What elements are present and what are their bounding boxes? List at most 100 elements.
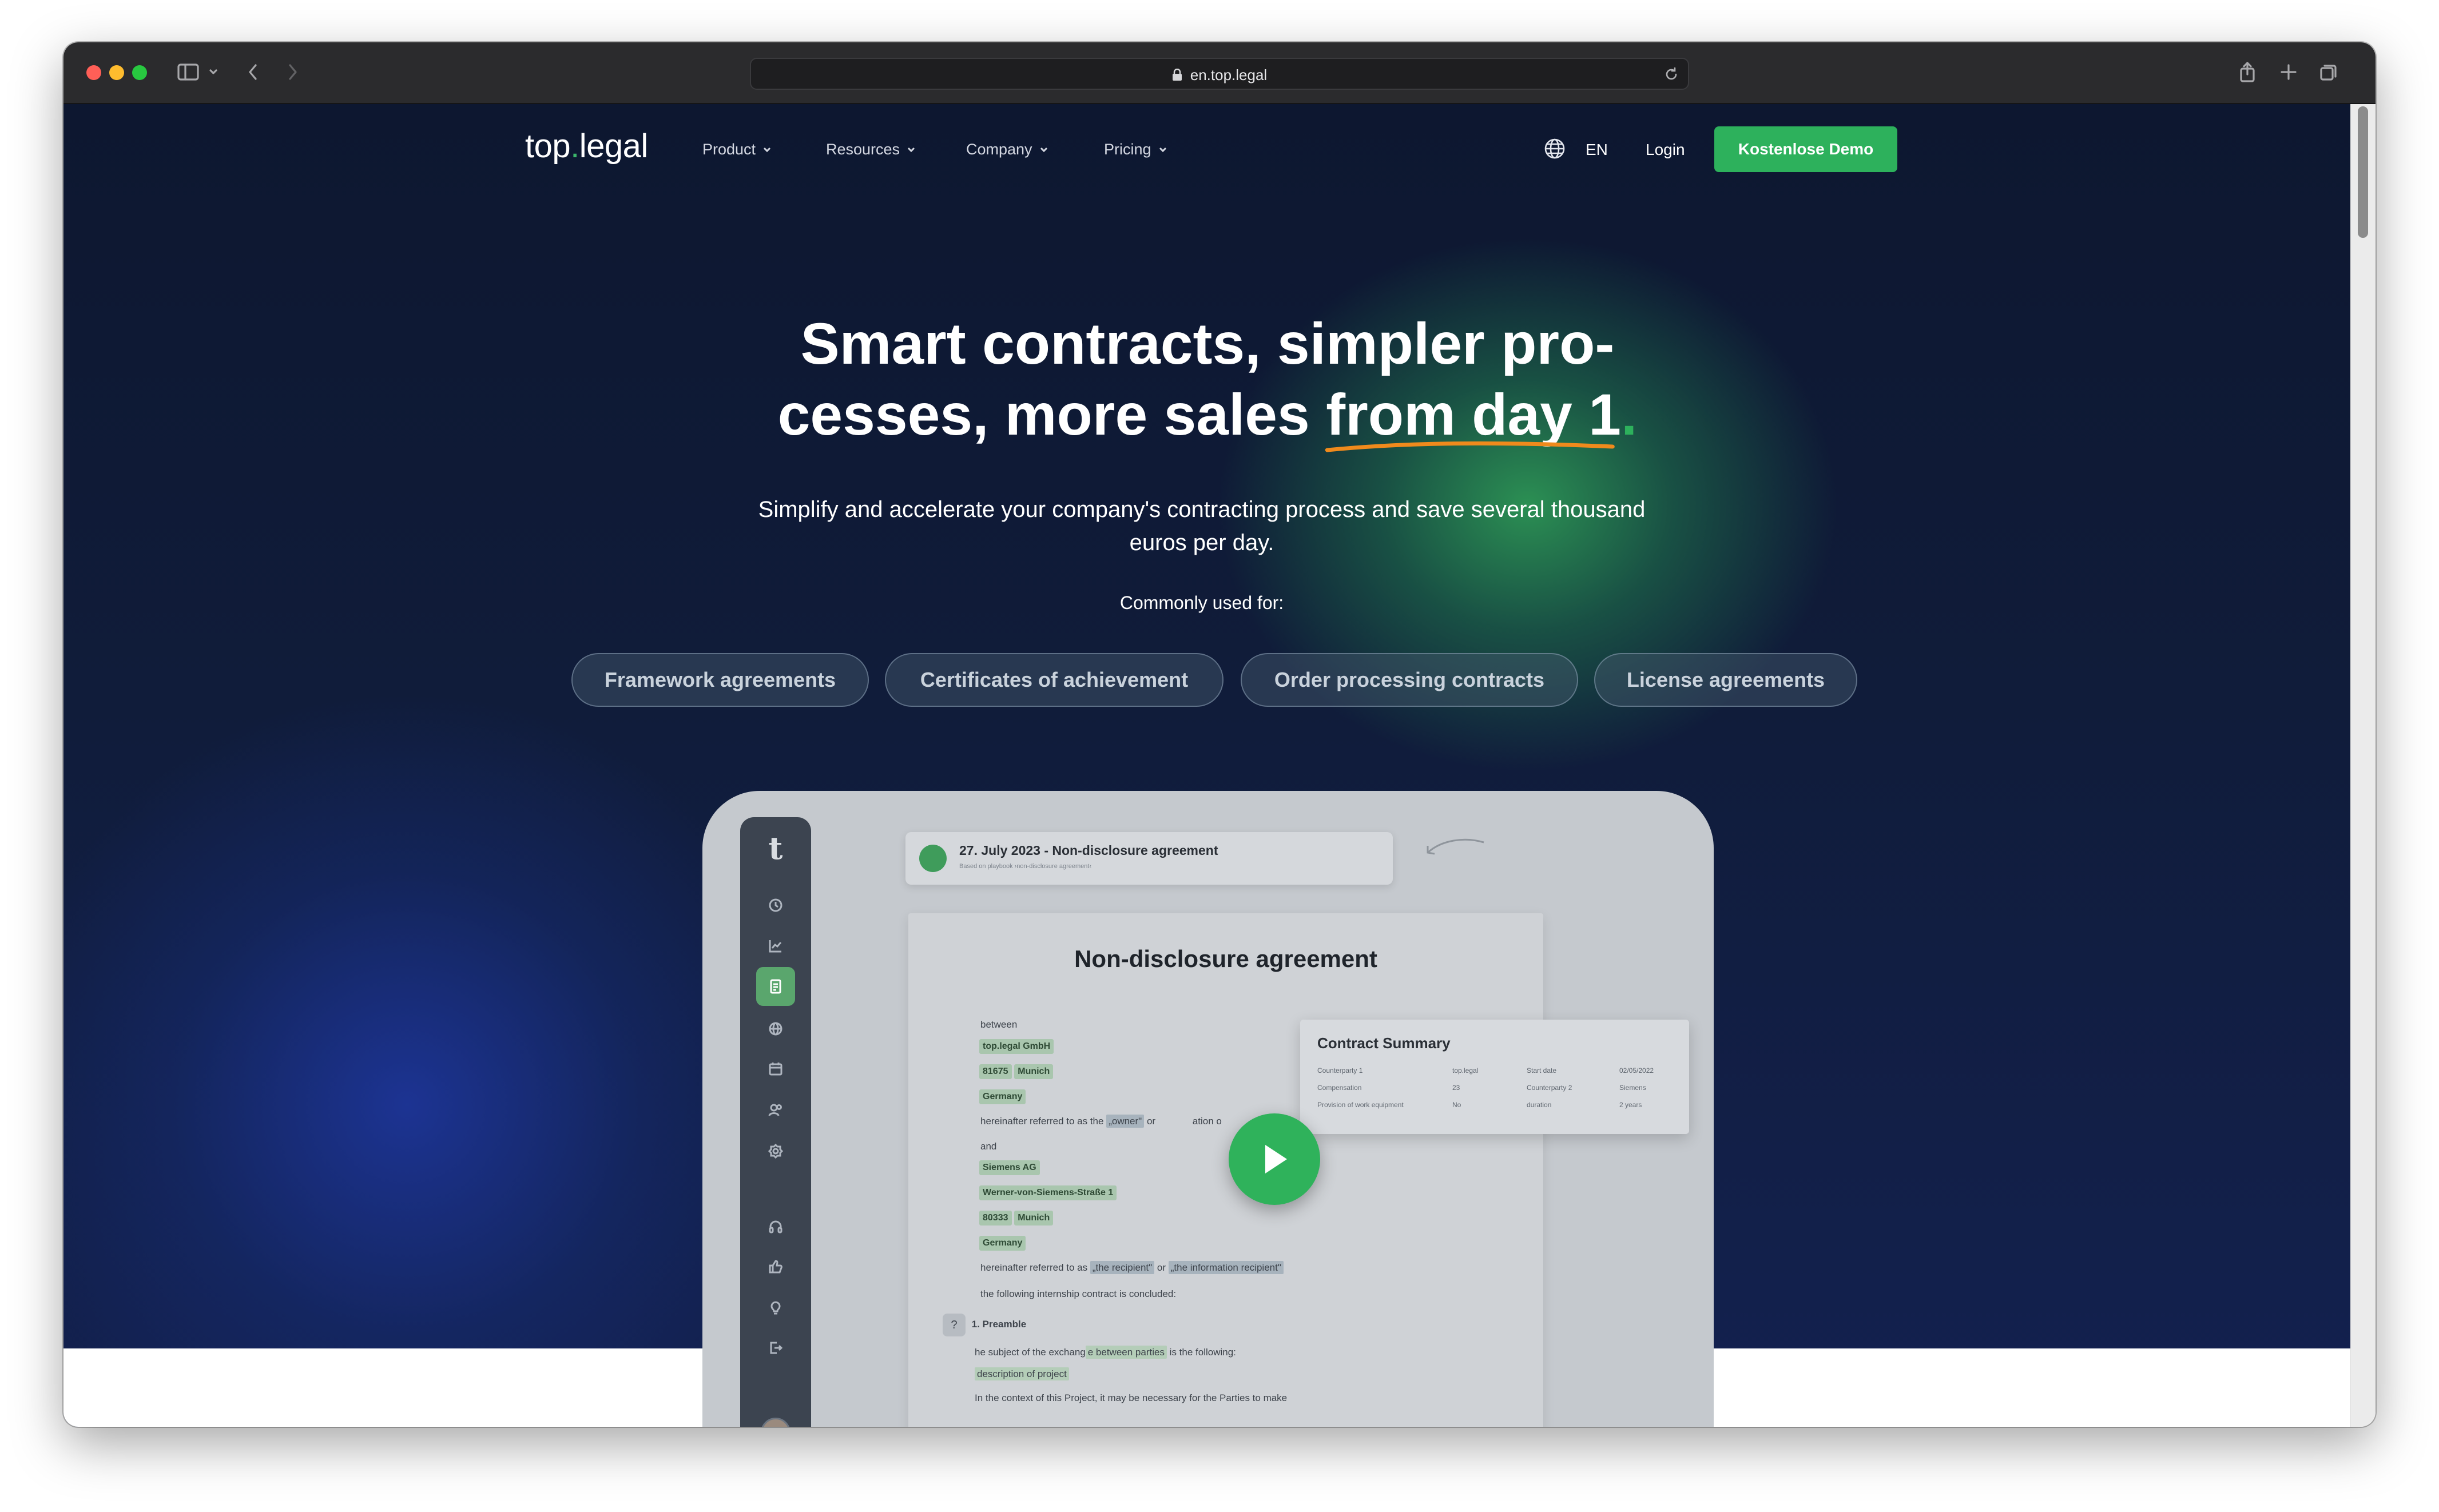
- hero-subtitle: Simplify and accelerate your company's c…: [758, 497, 1646, 555]
- contract-summary-card: Contract Summary Counterparty 1 top.lega…: [1300, 1020, 1689, 1134]
- users-icon: [764, 1099, 787, 1121]
- logout-icon: [764, 1336, 787, 1359]
- nav-company-label: Company: [966, 141, 1032, 158]
- pill-order-processing-contracts[interactable]: Order processing contracts: [1241, 653, 1578, 707]
- browser-window: en.top.legal top.legal Product Resources: [63, 42, 2376, 1427]
- zoom-window-button[interactable]: [132, 65, 147, 80]
- headline-line-2: cesses, more sales from day 1.: [693, 379, 1722, 452]
- nav-resources[interactable]: Resources: [826, 141, 916, 158]
- pill-certificates-of-achievement[interactable]: Certificates of achievement: [885, 653, 1224, 707]
- nav-resources-label: Resources: [826, 141, 900, 158]
- nav-pricing[interactable]: Pricing: [1104, 141, 1167, 158]
- help-icon: ?: [943, 1314, 966, 1336]
- close-window-button[interactable]: [86, 65, 101, 80]
- calendar-icon: [764, 1057, 787, 1080]
- summary-label: duration: [1527, 1101, 1552, 1109]
- back-icon[interactable]: [244, 59, 261, 85]
- pill-license-agreements[interactable]: License agreements: [1594, 653, 1857, 707]
- globe-icon: [764, 1017, 787, 1040]
- lock-icon: [1172, 69, 1182, 81]
- nav-pricing-label: Pricing: [1104, 141, 1151, 158]
- summary-value: 23: [1452, 1084, 1460, 1092]
- doc-concluded: the following internship contract is con…: [980, 1288, 1177, 1299]
- commonly-used-label: Commonly used for:: [1119, 592, 1284, 613]
- login-link[interactable]: Login: [1646, 141, 1685, 159]
- edit-icon: [919, 845, 947, 872]
- pill-framework-agreements[interactable]: Framework agreements: [571, 653, 869, 707]
- play-icon: [1265, 1145, 1287, 1173]
- doc-party1-country: Germany: [979, 1089, 1026, 1104]
- chevron-down-icon: [764, 147, 771, 152]
- headline-line-1: Smart contracts, simpler pro-: [800, 311, 1615, 376]
- summary-value: 02/05/2022: [1619, 1067, 1654, 1075]
- chevron-down-icon: [908, 147, 915, 152]
- chevron-down-icon[interactable]: [206, 59, 220, 85]
- play-video-button[interactable]: [1229, 1113, 1320, 1205]
- globe-icon[interactable]: [1543, 137, 1566, 163]
- doc-party2-name: Siemens AG: [979, 1160, 1040, 1175]
- chart-icon: [764, 934, 787, 957]
- app-logo: t: [768, 830, 783, 866]
- new-tab-icon[interactable]: [2277, 59, 2300, 85]
- doc-between: between: [980, 1019, 1018, 1030]
- thumbs-up-icon: [764, 1255, 787, 1278]
- doc-preamble-heading: ? 1. Preamble: [943, 1314, 1026, 1336]
- hero-headline: Smart contracts, simpler pro- cesses, mo…: [693, 308, 1722, 452]
- product-video-preview[interactable]: t 27. July 2023 - Non-disclosure agreeme…: [702, 791, 1714, 1427]
- avatar: [761, 1418, 791, 1427]
- site-logo[interactable]: top.legal: [525, 127, 648, 165]
- headset-icon: [764, 1215, 787, 1238]
- summary-label: Provision of work equipment: [1317, 1101, 1404, 1109]
- language-selector[interactable]: EN: [1586, 141, 1608, 159]
- summary-title: Contract Summary: [1317, 1034, 1451, 1052]
- summary-value: Siemens: [1619, 1084, 1646, 1092]
- app-sidebar: t: [740, 817, 811, 1427]
- share-icon[interactable]: [2236, 59, 2259, 85]
- contract-header-card: 27. July 2023 - Non-disclosure agreement…: [905, 832, 1393, 885]
- summary-label: Compensation: [1317, 1084, 1362, 1092]
- doc-party2-city: 80333 Munich: [979, 1211, 1054, 1225]
- doc-and: and: [980, 1141, 997, 1152]
- doc-referred-recipient: hereinafter referred to as „the recipien…: [980, 1261, 1284, 1274]
- scrollbar-thumb[interactable]: [2358, 106, 2368, 238]
- doc-party2-street: Werner-von-Siemens-Straße 1: [979, 1185, 1117, 1200]
- nav-company[interactable]: Company: [966, 141, 1048, 158]
- contract-header-title: 27. July 2023 - Non-disclosure agreement: [959, 843, 1218, 858]
- browser-titlebar: en.top.legal: [63, 42, 2376, 104]
- arrow-doodle: [1427, 838, 1484, 855]
- nav-product-label: Product: [702, 141, 756, 158]
- page-scrollbar[interactable]: [2350, 104, 2376, 1427]
- doc-preamble-text: he subject of the exchang e between parti…: [975, 1346, 1236, 1359]
- doc-party1-city: 81675 Munich: [979, 1064, 1054, 1079]
- reload-icon[interactable]: [1663, 66, 1680, 86]
- underline-stroke: [1325, 441, 1615, 452]
- minimize-window-button[interactable]: [109, 65, 124, 80]
- tab-overview-icon[interactable]: [2317, 59, 2340, 85]
- summary-value: top.legal: [1452, 1067, 1479, 1075]
- sidebar-toggle-icon[interactable]: [176, 59, 201, 85]
- doc-party2-country: Germany: [979, 1236, 1026, 1251]
- document-icon: [756, 967, 795, 1006]
- summary-value: 2 years: [1619, 1101, 1642, 1109]
- doc-referred-owner: hereinafter referred to as the „owner" o…: [980, 1115, 1222, 1128]
- free-demo-button[interactable]: Kostenlose Demo: [1714, 126, 1897, 172]
- forward-icon[interactable]: [284, 59, 301, 85]
- url-text: en.top.legal: [1190, 66, 1268, 83]
- nav-product[interactable]: Product: [702, 141, 772, 158]
- history-icon: [764, 894, 787, 917]
- chevron-down-icon: [1159, 147, 1166, 152]
- summary-label: Start date: [1527, 1067, 1557, 1075]
- settings-icon: [764, 1140, 787, 1163]
- address-bar[interactable]: en.top.legal: [750, 58, 1689, 90]
- lightbulb-icon: [764, 1296, 787, 1319]
- document-title: Non-disclosure agreement: [1074, 945, 1377, 972]
- chevron-down-icon: [1040, 147, 1047, 152]
- contract-header-subtitle: Based on playbook ›non-disclosure agreem…: [959, 863, 1092, 870]
- contract-document: Non-disclosure agreement between top.leg…: [908, 913, 1543, 1427]
- summary-value: No: [1452, 1101, 1461, 1109]
- web-page: top.legal Product Resources Company Pric…: [63, 104, 2350, 1427]
- doc-party1-name: top.legal GmbH: [979, 1039, 1054, 1054]
- doc-description: description of project: [975, 1367, 1069, 1380]
- summary-label: Counterparty 2: [1527, 1084, 1572, 1092]
- summary-label: Counterparty 1: [1317, 1067, 1363, 1075]
